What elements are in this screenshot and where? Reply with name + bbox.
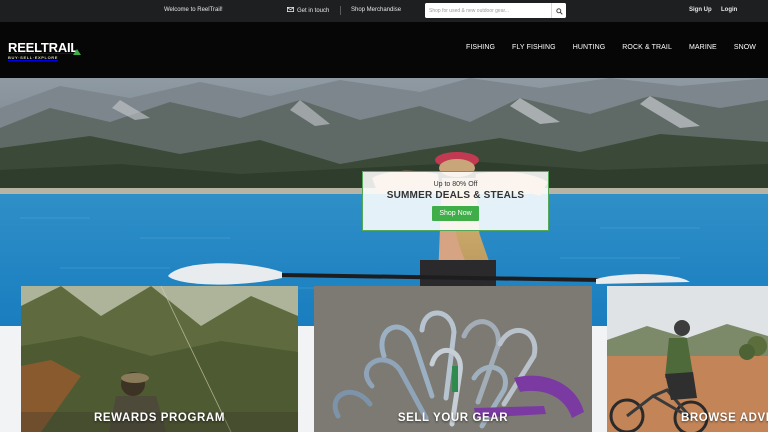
main-navigation: REELTRAIL BUY·SELL·EXPLORE FISHING FLY F… (0, 22, 768, 78)
shop-now-button[interactable]: Shop Now (432, 206, 479, 221)
search-button[interactable] (551, 3, 566, 18)
sign-up-link[interactable]: Sign Up (689, 7, 712, 13)
nav-fishing[interactable]: FISHING (466, 44, 495, 51)
divider (340, 6, 341, 15)
login-link[interactable]: Login (721, 7, 737, 13)
rewards-program-card[interactable]: REWARDS PROGRAM (21, 286, 298, 432)
mountain-biking-photo (607, 286, 768, 432)
search-bar (425, 3, 566, 18)
rewards-program-label: REWARDS PROGRAM (93, 412, 226, 424)
sell-your-gear-card[interactable]: SELL YOUR GEAR (314, 286, 592, 432)
browse-adventures-label: BROWSE ADVEN (681, 412, 768, 424)
fly-fishing-photo (21, 286, 298, 432)
get-in-touch-link[interactable]: Get in touch (287, 7, 329, 14)
nav-fly-fishing[interactable]: FLY FISHING (512, 44, 556, 51)
search-input[interactable] (425, 3, 551, 18)
top-utility-bar: Welcome to ReelTrail! Get in touch Shop … (0, 0, 768, 22)
search-icon (555, 3, 563, 18)
mountain-triangle-icon (73, 42, 81, 60)
get-in-touch-label: Get in touch (297, 7, 330, 14)
browse-adventures-card[interactable]: BROWSE ADVEN (607, 286, 768, 432)
promo-title: SUMMER DEALS & STEALS (386, 190, 525, 201)
nav-snow[interactable]: SNOW (734, 44, 756, 51)
sell-your-gear-label: SELL YOUR GEAR (397, 412, 509, 424)
summer-deals-banner: Up to 80% Off SUMMER DEALS & STEALS Shop… (362, 171, 549, 231)
envelope-icon (287, 7, 294, 14)
nav-marine[interactable]: MARINE (689, 44, 717, 51)
promo-subtitle: Up to 80% Off (433, 181, 478, 188)
carabiners-photo (314, 286, 592, 432)
nav-rock-and-trail[interactable]: ROCK & TRAIL (622, 44, 672, 51)
category-nav: FISHING FLY FISHING HUNTING ROCK & TRAIL… (449, 44, 756, 51)
shop-merchandise-link[interactable]: Shop Merchandise (351, 7, 401, 13)
reeltrail-logo[interactable]: REELTRAIL BUY·SELL·EXPLORE (8, 41, 90, 63)
welcome-text: Welcome to ReelTrail! (164, 7, 223, 13)
nav-hunting[interactable]: HUNTING (573, 44, 606, 51)
